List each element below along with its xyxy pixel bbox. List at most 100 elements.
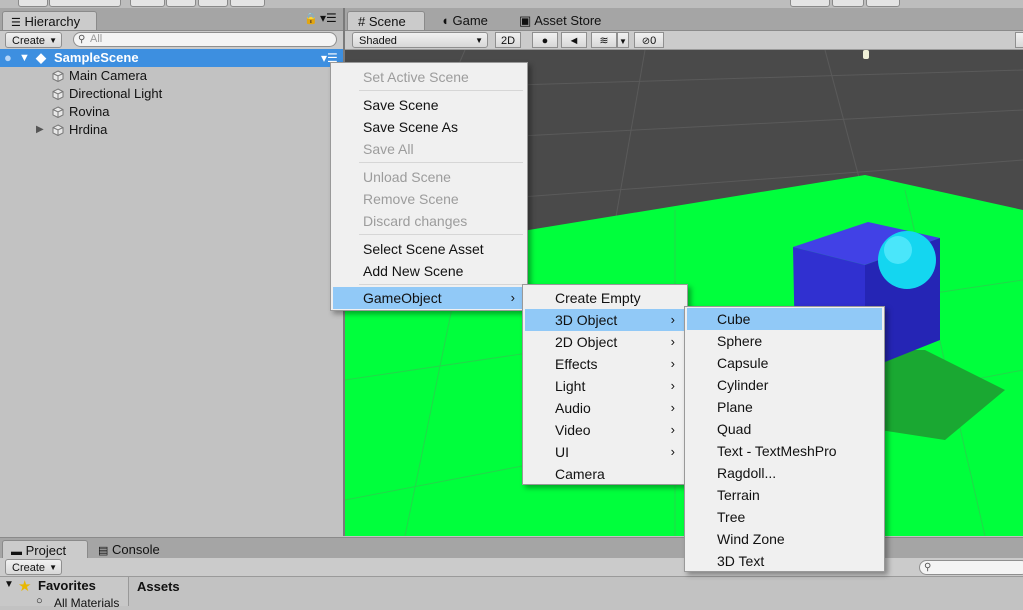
gameobject-cube-icon bbox=[52, 106, 64, 118]
menu-item-create-empty[interactable]: Create Empty bbox=[525, 287, 685, 309]
hierarchy-item-label: Hrdina bbox=[69, 122, 108, 137]
menu-item-tree[interactable]: Tree bbox=[687, 506, 882, 528]
menu-item-sphere[interactable]: Sphere bbox=[687, 330, 882, 352]
menu-item-audio[interactable]: Audio › bbox=[525, 397, 685, 419]
toolbar-button[interactable] bbox=[198, 0, 228, 7]
effects-dropdown-button[interactable]: ▼ bbox=[617, 32, 629, 48]
menu-item-video[interactable]: Video › bbox=[525, 419, 685, 441]
favorites-label[interactable]: Favorites bbox=[38, 578, 96, 593]
hierarchy-item[interactable]: ▶ Hrdina bbox=[0, 121, 343, 139]
all-materials-item[interactable]: All Materials bbox=[54, 596, 119, 610]
gameobject-submenu: Create Empty 3D Object › 2D Object › Effec… bbox=[522, 284, 688, 485]
menu-item-cylinder[interactable]: Cylinder bbox=[687, 374, 882, 396]
toolbar-button[interactable] bbox=[790, 0, 830, 7]
hierarchy-item[interactable]: Rovina bbox=[0, 103, 343, 121]
hierarchy-item[interactable]: Main Camera bbox=[0, 67, 343, 85]
lighting-toggle-button[interactable]: ● bbox=[532, 32, 558, 48]
scene-tabbar: # Scene ◖ Game ▣ Asset Store bbox=[345, 8, 1023, 31]
menu-item-camera[interactable]: Camera bbox=[525, 463, 685, 485]
shading-mode-dropdown[interactable]: Shaded ▼ bbox=[352, 32, 488, 48]
menu-item-label: 3D Object bbox=[555, 312, 618, 328]
menu-item-label: Save All bbox=[363, 141, 414, 157]
effects-icon: ≋ bbox=[599, 35, 609, 47]
menu-item-label: Terrain bbox=[717, 487, 760, 503]
hierarchy-tabbar: ☰ Hierarchy 🔒 ▾☰ bbox=[0, 8, 343, 31]
menu-item-plane[interactable]: Plane bbox=[687, 396, 882, 418]
expand-arrow-icon[interactable]: ▼ bbox=[19, 49, 30, 67]
menu-item-unload-scene: Unload Scene bbox=[333, 166, 525, 188]
effects-toggle-button[interactable]: ≋ bbox=[591, 32, 617, 48]
tab-scene[interactable]: # Scene bbox=[347, 11, 425, 30]
sphere-highlight bbox=[884, 236, 912, 264]
menu-item-label: Set Active Scene bbox=[363, 69, 469, 85]
menu-item-light[interactable]: Light › bbox=[525, 375, 685, 397]
toolbar-button[interactable] bbox=[230, 0, 265, 7]
tab-project[interactable]: ▬ Project bbox=[2, 540, 88, 559]
hierarchy-item-label: Directional Light bbox=[69, 86, 163, 101]
assets-breadcrumb[interactable]: Assets bbox=[137, 579, 180, 594]
menu-item-label: Plane bbox=[717, 399, 753, 415]
menu-item-ragdoll[interactable]: Ragdoll... bbox=[687, 462, 882, 484]
expand-arrow-icon[interactable]: ▶ bbox=[36, 121, 44, 139]
toolbar-button[interactable] bbox=[18, 0, 48, 7]
menu-item-label: Wind Zone bbox=[717, 531, 785, 547]
chevron-right-icon: › bbox=[670, 400, 675, 415]
menu-item-label: Video bbox=[555, 422, 591, 438]
tab-console[interactable]: ▤ Console bbox=[92, 540, 182, 559]
toolbar-button[interactable] bbox=[130, 0, 165, 7]
toolbar-button[interactable] bbox=[166, 0, 196, 7]
menu-item-label: Cube bbox=[717, 311, 751, 327]
menu-item-capsule[interactable]: Capsule bbox=[687, 352, 882, 374]
menu-item-remove-scene: Remove Scene bbox=[333, 188, 525, 210]
menu-item-label: Add New Scene bbox=[363, 263, 464, 279]
hierarchy-create-dropdown[interactable]: Create ▼ bbox=[5, 32, 62, 48]
hierarchy-list: ● ▼ ◆ SampleScene ▾☰ Main Camera Directi… bbox=[0, 49, 343, 536]
gizmos-button[interactable] bbox=[1015, 32, 1023, 48]
toolbar-button[interactable] bbox=[832, 0, 864, 7]
toolbar-button[interactable] bbox=[866, 0, 900, 7]
menu-item-label: GameObject bbox=[363, 290, 442, 306]
menu-item-label: Audio bbox=[555, 400, 591, 416]
audio-toggle-button[interactable]: ◄ bbox=[561, 32, 587, 48]
menu-item-select-scene-asset[interactable]: Select Scene Asset bbox=[333, 238, 525, 260]
menu-item-gameobject[interactable]: GameObject › bbox=[333, 287, 525, 309]
menu-item-ui[interactable]: UI › bbox=[525, 441, 685, 463]
menu-item-terrain[interactable]: Terrain bbox=[687, 484, 882, 506]
hierarchy-search-input[interactable]: ⚲ All bbox=[73, 32, 337, 47]
menu-item-wind-zone[interactable]: Wind Zone bbox=[687, 528, 882, 550]
menu-item-cube[interactable]: Cube bbox=[687, 308, 882, 330]
folder-icon: ▬ bbox=[11, 546, 22, 558]
panel-menu-icon[interactable]: ▾☰ bbox=[320, 11, 337, 25]
project-create-dropdown[interactable]: Create ▼ bbox=[5, 559, 62, 575]
menu-item-2d-object[interactable]: 2D Object › bbox=[525, 331, 685, 353]
lock-icon[interactable]: 🔒 bbox=[304, 12, 318, 25]
tab-asset-store[interactable]: ▣ Asset Store bbox=[513, 11, 623, 30]
menu-item-3d-text[interactable]: 3D Text bbox=[687, 550, 882, 572]
tab-hierarchy-label: Hierarchy bbox=[24, 14, 81, 29]
menu-item-label: Text - TextMeshPro bbox=[717, 443, 837, 459]
expand-arrow-icon[interactable]: ▼ bbox=[4, 579, 14, 590]
menu-item-effects[interactable]: Effects › bbox=[525, 353, 685, 375]
chevron-right-icon: › bbox=[670, 334, 675, 349]
menu-item-label: Select Scene Asset bbox=[363, 241, 484, 257]
tab-project-label: Project bbox=[25, 543, 67, 558]
menu-item-3d-object[interactable]: 3D Object › bbox=[525, 309, 685, 331]
tab-game[interactable]: ◖ Game bbox=[435, 11, 505, 30]
pacman-icon: ◖ bbox=[441, 13, 449, 28]
list-icon: ☰ bbox=[11, 17, 21, 29]
menu-item-text-textmeshpro[interactable]: Text - TextMeshPro bbox=[687, 440, 882, 462]
toggle-2d-button[interactable]: 2D bbox=[495, 32, 521, 48]
hierarchy-scene-row[interactable]: ● ▼ ◆ SampleScene ▾☰ bbox=[0, 49, 343, 67]
toolbar-button[interactable] bbox=[49, 0, 121, 7]
menu-item-save-scene[interactable]: Save Scene bbox=[333, 94, 525, 116]
hidden-objects-button[interactable]: ⊘0 bbox=[634, 32, 664, 48]
project-search-input[interactable]: ⚲ bbox=[919, 560, 1023, 575]
hierarchy-item[interactable]: Directional Light bbox=[0, 85, 343, 103]
menu-item-quad[interactable]: Quad bbox=[687, 418, 882, 440]
menu-item-save-scene-as[interactable]: Save Scene As bbox=[333, 116, 525, 138]
eye-slash-icon: ⊘ bbox=[641, 36, 651, 47]
menu-item-label: Cylinder bbox=[717, 377, 769, 393]
menu-item-add-new-scene[interactable]: Add New Scene bbox=[333, 260, 525, 282]
scene-context-menu: Set Active Scene Save Scene Save Scene A… bbox=[330, 62, 528, 311]
tab-hierarchy[interactable]: ☰ Hierarchy bbox=[2, 11, 97, 30]
